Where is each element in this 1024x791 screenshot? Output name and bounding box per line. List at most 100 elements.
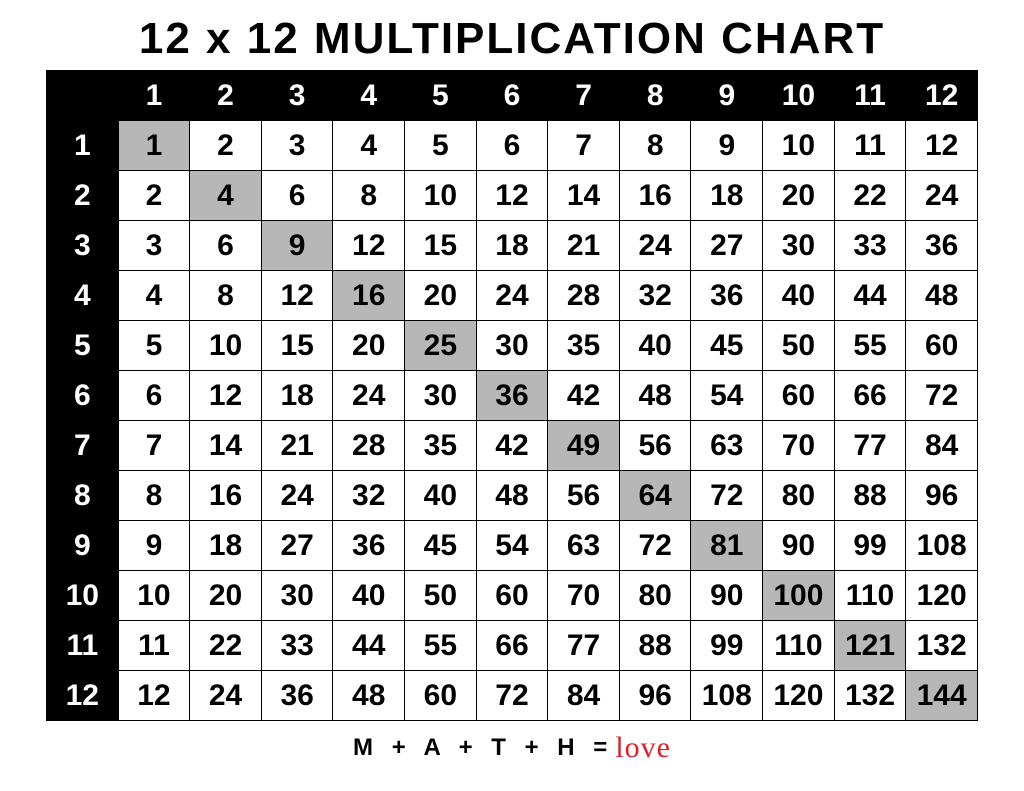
- table-cell: 44: [333, 621, 405, 671]
- table-cell: 11: [834, 121, 906, 171]
- table-cell: 14: [548, 171, 620, 221]
- table-cell: 3: [261, 121, 333, 171]
- table-cell: 28: [548, 271, 620, 321]
- row-header: 10: [47, 571, 119, 621]
- row-header: 9: [47, 521, 119, 571]
- table-cell: 55: [405, 621, 477, 671]
- table-cell: 36: [906, 221, 978, 271]
- table-cell: 54: [691, 371, 763, 421]
- table-cell: 110: [834, 571, 906, 621]
- table-cell: 77: [548, 621, 620, 671]
- table-cell: 8: [619, 121, 691, 171]
- table-cell: 132: [834, 671, 906, 721]
- table-cell: 12: [333, 221, 405, 271]
- table-cell: 6: [190, 221, 262, 271]
- table-cell: 45: [405, 521, 477, 571]
- table-cell: 81: [691, 521, 763, 571]
- multiplication-table: 1234567891011121123456789101112224681012…: [46, 70, 978, 721]
- col-header: 10: [763, 71, 835, 121]
- table-cell: 40: [763, 271, 835, 321]
- table-cell: 4: [190, 171, 262, 221]
- row-header: 6: [47, 371, 119, 421]
- table-cell: 18: [691, 171, 763, 221]
- table-cell: 70: [548, 571, 620, 621]
- table-cell: 6: [476, 121, 548, 171]
- table-cell: 48: [906, 271, 978, 321]
- table-cell: 80: [619, 571, 691, 621]
- table-cell: 20: [333, 321, 405, 371]
- table-cell: 18: [476, 221, 548, 271]
- table-cell: 60: [405, 671, 477, 721]
- table-cell: 16: [333, 271, 405, 321]
- table-cell: 66: [834, 371, 906, 421]
- table-cell: 72: [691, 471, 763, 521]
- table-cell: 24: [333, 371, 405, 421]
- table-cell: 12: [906, 121, 978, 171]
- table-cell: 22: [190, 621, 262, 671]
- table-cell: 12: [261, 271, 333, 321]
- table-cell: 5: [405, 121, 477, 171]
- table-cell: 96: [619, 671, 691, 721]
- table-cell: 56: [619, 421, 691, 471]
- table-cell: 36: [333, 521, 405, 571]
- table-cell: 72: [619, 521, 691, 571]
- table-cell: 49: [548, 421, 620, 471]
- table-cell: 4: [333, 121, 405, 171]
- col-header: 4: [333, 71, 405, 121]
- table-cell: 21: [548, 221, 620, 271]
- table-cell: 35: [405, 421, 477, 471]
- table-cell: 10: [763, 121, 835, 171]
- table-cell: 56: [548, 471, 620, 521]
- table-cell: 16: [619, 171, 691, 221]
- table-cell: 25: [405, 321, 477, 371]
- footer-love-text: love: [615, 731, 671, 765]
- table-cell: 7: [118, 421, 190, 471]
- table-cell: 60: [476, 571, 548, 621]
- table-cell: 40: [619, 321, 691, 371]
- table-cell: 6: [118, 371, 190, 421]
- table-cell: 4: [118, 271, 190, 321]
- table-cell: 18: [190, 521, 262, 571]
- table-cell: 14: [190, 421, 262, 471]
- chart-title: 12 x 12 MULTIPLICATION CHART: [139, 14, 885, 64]
- table-cell: 24: [619, 221, 691, 271]
- table-cell: 12: [118, 671, 190, 721]
- table-cell: 88: [619, 621, 691, 671]
- table-cell: 70: [763, 421, 835, 471]
- table-cell: 108: [691, 671, 763, 721]
- table-cell: 1: [118, 121, 190, 171]
- table-cell: 108: [906, 521, 978, 571]
- row-header: 7: [47, 421, 119, 471]
- row-header: 4: [47, 271, 119, 321]
- table-cell: 63: [691, 421, 763, 471]
- table-cell: 36: [691, 271, 763, 321]
- table-corner: [47, 71, 119, 121]
- table-cell: 21: [261, 421, 333, 471]
- table-cell: 110: [763, 621, 835, 671]
- table-cell: 60: [763, 371, 835, 421]
- table-cell: 144: [906, 671, 978, 721]
- table-cell: 33: [261, 621, 333, 671]
- table-cell: 99: [691, 621, 763, 671]
- table-cell: 24: [906, 171, 978, 221]
- table-cell: 44: [834, 271, 906, 321]
- table-cell: 27: [261, 521, 333, 571]
- table-cell: 60: [906, 321, 978, 371]
- table-cell: 8: [190, 271, 262, 321]
- table-cell: 96: [906, 471, 978, 521]
- table-cell: 3: [118, 221, 190, 271]
- table-cell: 66: [476, 621, 548, 671]
- table-cell: 32: [333, 471, 405, 521]
- table-cell: 30: [261, 571, 333, 621]
- footer-brand: M + A + T + H = love: [353, 731, 671, 765]
- table-cell: 24: [261, 471, 333, 521]
- row-header: 5: [47, 321, 119, 371]
- table-cell: 11: [118, 621, 190, 671]
- table-cell: 50: [405, 571, 477, 621]
- table-cell: 80: [763, 471, 835, 521]
- table-cell: 9: [691, 121, 763, 171]
- table-cell: 45: [691, 321, 763, 371]
- table-cell: 7: [548, 121, 620, 171]
- table-cell: 84: [548, 671, 620, 721]
- multiplication-table-container: 1234567891011121123456789101112224681012…: [46, 70, 978, 721]
